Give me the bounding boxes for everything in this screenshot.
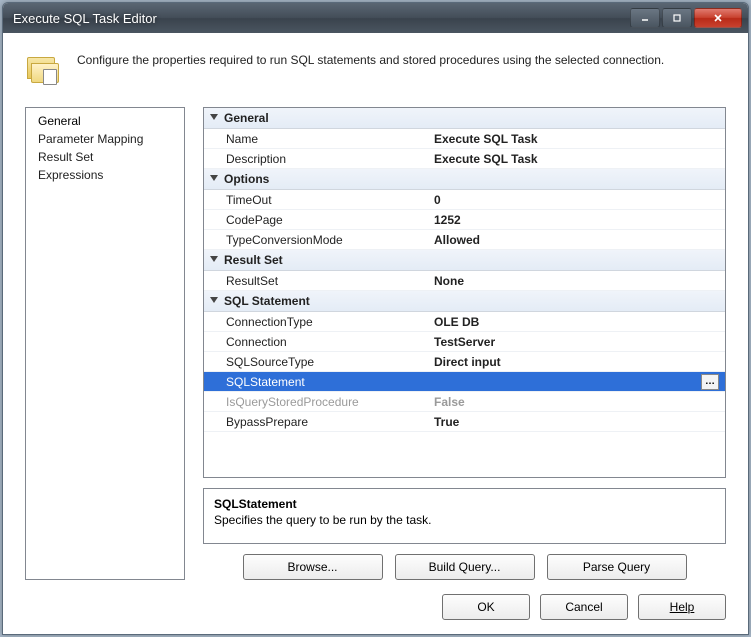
pg-value: None xyxy=(434,274,725,288)
pg-group-resultset[interactable]: Result Set xyxy=(204,250,725,271)
collapse-icon xyxy=(210,114,218,120)
pg-row-codepage[interactable]: CodePage 1252 xyxy=(204,210,725,230)
pg-label: Connection xyxy=(204,335,434,349)
content-area: Configure the properties required to run… xyxy=(3,33,748,634)
pg-value: Allowed xyxy=(434,233,725,247)
query-button-row: Browse... Build Query... Parse Query xyxy=(203,554,726,580)
property-grid[interactable]: General Name Execute SQL Task Descriptio… xyxy=(203,107,726,478)
pg-label: SQLStatement xyxy=(204,375,434,389)
pg-label: ResultSet xyxy=(204,274,434,288)
sidebar-item-result-set[interactable]: Result Set xyxy=(26,148,184,166)
pg-row-typeconversionmode[interactable]: TypeConversionMode Allowed xyxy=(204,230,725,250)
pg-group-title: SQL Statement xyxy=(224,294,310,308)
pg-value: Execute SQL Task xyxy=(434,132,725,146)
sidebar-item-parameter-mapping[interactable]: Parameter Mapping xyxy=(26,130,184,148)
pg-group-general[interactable]: General xyxy=(204,108,725,129)
sidebar-item-general[interactable]: General xyxy=(26,112,184,130)
pg-label: IsQueryStoredProcedure xyxy=(204,395,434,409)
help-label: Help xyxy=(670,600,695,614)
pg-value: TestServer xyxy=(434,335,725,349)
main-row: General Parameter Mapping Result Set Exp… xyxy=(25,107,726,580)
dialog-footer: OK Cancel Help xyxy=(25,594,726,620)
window-title: Execute SQL Task Editor xyxy=(13,11,630,26)
pg-label: BypassPrepare xyxy=(204,415,434,429)
parse-query-button[interactable]: Parse Query xyxy=(547,554,687,580)
pg-row-connection[interactable]: Connection TestServer xyxy=(204,332,725,352)
task-icon xyxy=(25,51,63,89)
pg-value: 1252 xyxy=(434,213,725,227)
pg-row-resultset[interactable]: ResultSet None xyxy=(204,271,725,291)
pg-label: Description xyxy=(204,152,434,166)
pg-row-description[interactable]: Description Execute SQL Task xyxy=(204,149,725,169)
browse-button[interactable]: Browse... xyxy=(243,554,383,580)
pg-row-timeout[interactable]: TimeOut 0 xyxy=(204,190,725,210)
pg-value: 0 xyxy=(434,193,725,207)
help-button[interactable]: Help xyxy=(638,594,726,620)
pg-value: … xyxy=(434,374,725,390)
pg-label: Name xyxy=(204,132,434,146)
description-panel: SQLStatement Specifies the query to be r… xyxy=(203,488,726,544)
pg-group-title: General xyxy=(224,111,269,125)
pg-group-options[interactable]: Options xyxy=(204,169,725,190)
collapse-icon xyxy=(210,175,218,181)
dialog-window: Execute SQL Task Editor Configure the pr… xyxy=(2,2,749,635)
close-button[interactable] xyxy=(694,8,742,28)
pg-group-title: Options xyxy=(224,172,269,186)
description-body: Specifies the query to be run by the tas… xyxy=(214,513,715,527)
description-title: SQLStatement xyxy=(214,497,715,511)
pg-value: Execute SQL Task xyxy=(434,152,725,166)
pg-group-sqlstatement[interactable]: SQL Statement xyxy=(204,291,725,312)
pg-label: TypeConversionMode xyxy=(204,233,434,247)
header-description: Configure the properties required to run… xyxy=(77,51,726,89)
ok-button[interactable]: OK xyxy=(442,594,530,620)
ellipsis-button[interactable]: … xyxy=(701,374,719,390)
pg-value: Direct input xyxy=(434,355,725,369)
right-column: General Name Execute SQL Task Descriptio… xyxy=(203,107,726,580)
sidebar: General Parameter Mapping Result Set Exp… xyxy=(25,107,185,580)
pg-row-name[interactable]: Name Execute SQL Task xyxy=(204,129,725,149)
pg-row-sqlstatement[interactable]: SQLStatement … xyxy=(204,372,725,392)
cancel-button[interactable]: Cancel xyxy=(540,594,628,620)
pg-group-title: Result Set xyxy=(224,253,283,267)
minimize-button[interactable] xyxy=(630,8,660,28)
pg-label: SQLSourceType xyxy=(204,355,434,369)
titlebar[interactable]: Execute SQL Task Editor xyxy=(3,3,748,33)
pg-row-bypassprepare[interactable]: BypassPrepare True xyxy=(204,412,725,432)
pg-label: CodePage xyxy=(204,213,434,227)
header-row: Configure the properties required to run… xyxy=(25,51,726,89)
sidebar-item-expressions[interactable]: Expressions xyxy=(26,166,184,184)
pg-value: False xyxy=(434,395,725,409)
pg-value: True xyxy=(434,415,725,429)
pg-row-sqlsourcetype[interactable]: SQLSourceType Direct input xyxy=(204,352,725,372)
pg-label: ConnectionType xyxy=(204,315,434,329)
collapse-icon xyxy=(210,297,218,303)
build-query-button[interactable]: Build Query... xyxy=(395,554,535,580)
pg-value: OLE DB xyxy=(434,315,725,329)
maximize-button[interactable] xyxy=(662,8,692,28)
window-buttons xyxy=(630,8,742,28)
pg-row-isquerystoredprocedure: IsQueryStoredProcedure False xyxy=(204,392,725,412)
collapse-icon xyxy=(210,256,218,262)
pg-row-connectiontype[interactable]: ConnectionType OLE DB xyxy=(204,312,725,332)
pg-label: TimeOut xyxy=(204,193,434,207)
